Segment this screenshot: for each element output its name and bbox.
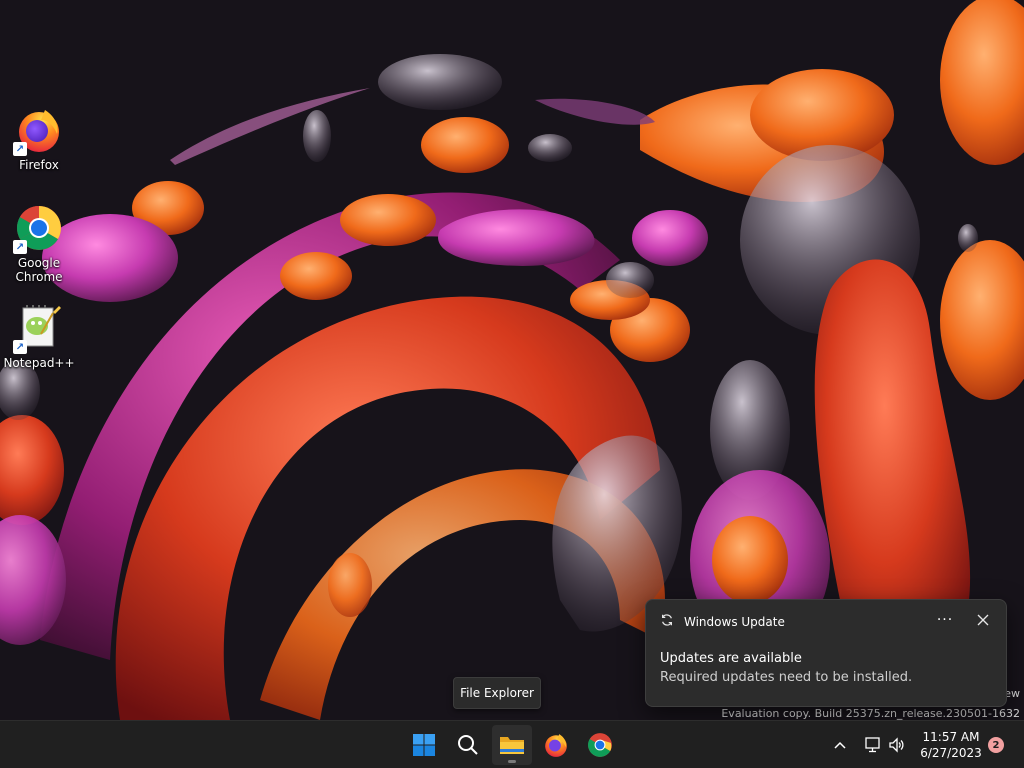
notification-header: Windows Update: [660, 612, 785, 631]
desktop-icon-label: Notepad++: [3, 356, 75, 370]
sync-icon: [660, 612, 674, 631]
search-icon: [458, 735, 478, 755]
desktop-icon-label: Firefox: [19, 158, 59, 172]
desktop[interactable]: ↗ Firefox ↗ Google Chrome ↗ Notepad++ ew…: [0, 0, 1024, 720]
running-indicator: [508, 760, 516, 763]
start-button[interactable]: [404, 725, 444, 765]
clock[interactable]: 11:57 AM 6/27/2023: [915, 727, 987, 763]
desktop-icon-label: Google Chrome: [15, 256, 63, 284]
show-hidden-icons-button[interactable]: [828, 731, 852, 759]
network-icon: [865, 737, 880, 753]
clock-time: 11:57 AM: [922, 730, 980, 744]
notification-title: Updates are available: [660, 651, 802, 666]
chevron-up-icon: [834, 741, 846, 749]
desktop-icon-firefox[interactable]: ↗ Firefox: [0, 106, 78, 172]
close-icon: [977, 614, 989, 626]
file-explorer-button[interactable]: [492, 725, 532, 765]
shortcut-arrow-icon: ↗: [13, 240, 27, 254]
folder-icon: [500, 737, 524, 754]
speaker-icon: [889, 737, 904, 753]
search-button[interactable]: [448, 725, 488, 765]
windows-logo-icon: [413, 734, 435, 756]
chrome-icon: ↗: [13, 204, 63, 254]
shortcut-arrow-icon: ↗: [13, 340, 27, 354]
desktop-icon-google-chrome[interactable]: ↗ Google Chrome: [0, 204, 78, 284]
shortcut-arrow-icon: ↗: [13, 142, 27, 156]
taskbar: 11:57 AM 6/27/2023 2: [0, 720, 1024, 768]
chrome-taskbar-button[interactable]: [580, 725, 620, 765]
firefox-icon: [545, 734, 567, 757]
notepad-plus-plus-icon: ↗: [13, 304, 63, 354]
notification-more-button[interactable]: ···: [932, 608, 958, 632]
chrome-icon: [588, 733, 612, 757]
notification-app-name: Windows Update: [684, 614, 785, 629]
notification-close-button[interactable]: [970, 608, 996, 632]
firefox-icon: ↗: [13, 106, 63, 156]
clock-date: 6/27/2023: [920, 746, 982, 760]
desktop-icon-notepad-plus-plus[interactable]: ↗ Notepad++: [0, 304, 78, 370]
file-explorer-tooltip: File Explorer: [453, 677, 541, 709]
network-volume-button[interactable]: [860, 731, 908, 759]
firefox-taskbar-button[interactable]: [536, 725, 576, 765]
notification-count-badge[interactable]: 2: [988, 737, 1004, 753]
windows-update-notification[interactable]: Windows Update ··· Updates are available…: [645, 599, 1007, 707]
notification-body: Required updates need to be installed.: [660, 670, 913, 685]
